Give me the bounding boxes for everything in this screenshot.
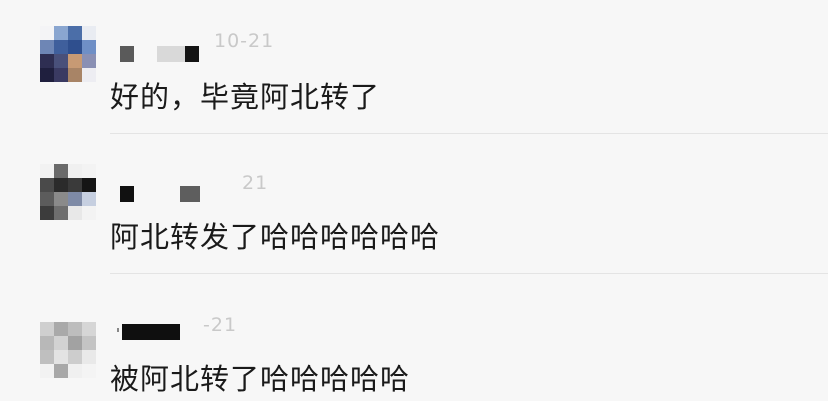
comment-time: -21	[203, 314, 238, 336]
comment-item: -21 被阿北转了哈哈哈哈哈	[0, 274, 828, 401]
avatar[interactable]	[40, 322, 96, 378]
comment-text: 好的，毕竟阿北转了	[110, 80, 381, 114]
username-redacted[interactable]	[122, 324, 180, 340]
username-redacted[interactable]	[120, 186, 134, 202]
username-redacted[interactable]	[157, 46, 185, 62]
avatar[interactable]	[40, 164, 96, 220]
comment-text: 被阿北转了哈哈哈哈哈	[110, 362, 411, 396]
comment-time: 21	[242, 172, 269, 194]
username-redacted[interactable]	[180, 186, 200, 202]
username-redacted[interactable]	[117, 328, 119, 332]
username-redacted[interactable]	[120, 46, 134, 62]
username-redacted[interactable]	[185, 46, 199, 62]
comment-item: 10-21 好的，毕竟阿北转了	[0, 0, 828, 134]
comment-text: 阿北转发了哈哈哈哈哈哈	[110, 220, 441, 254]
comment-item: 21 阿北转发了哈哈哈哈哈哈	[0, 134, 828, 274]
avatar[interactable]	[40, 26, 96, 82]
comment-time: 10-21	[214, 30, 275, 52]
